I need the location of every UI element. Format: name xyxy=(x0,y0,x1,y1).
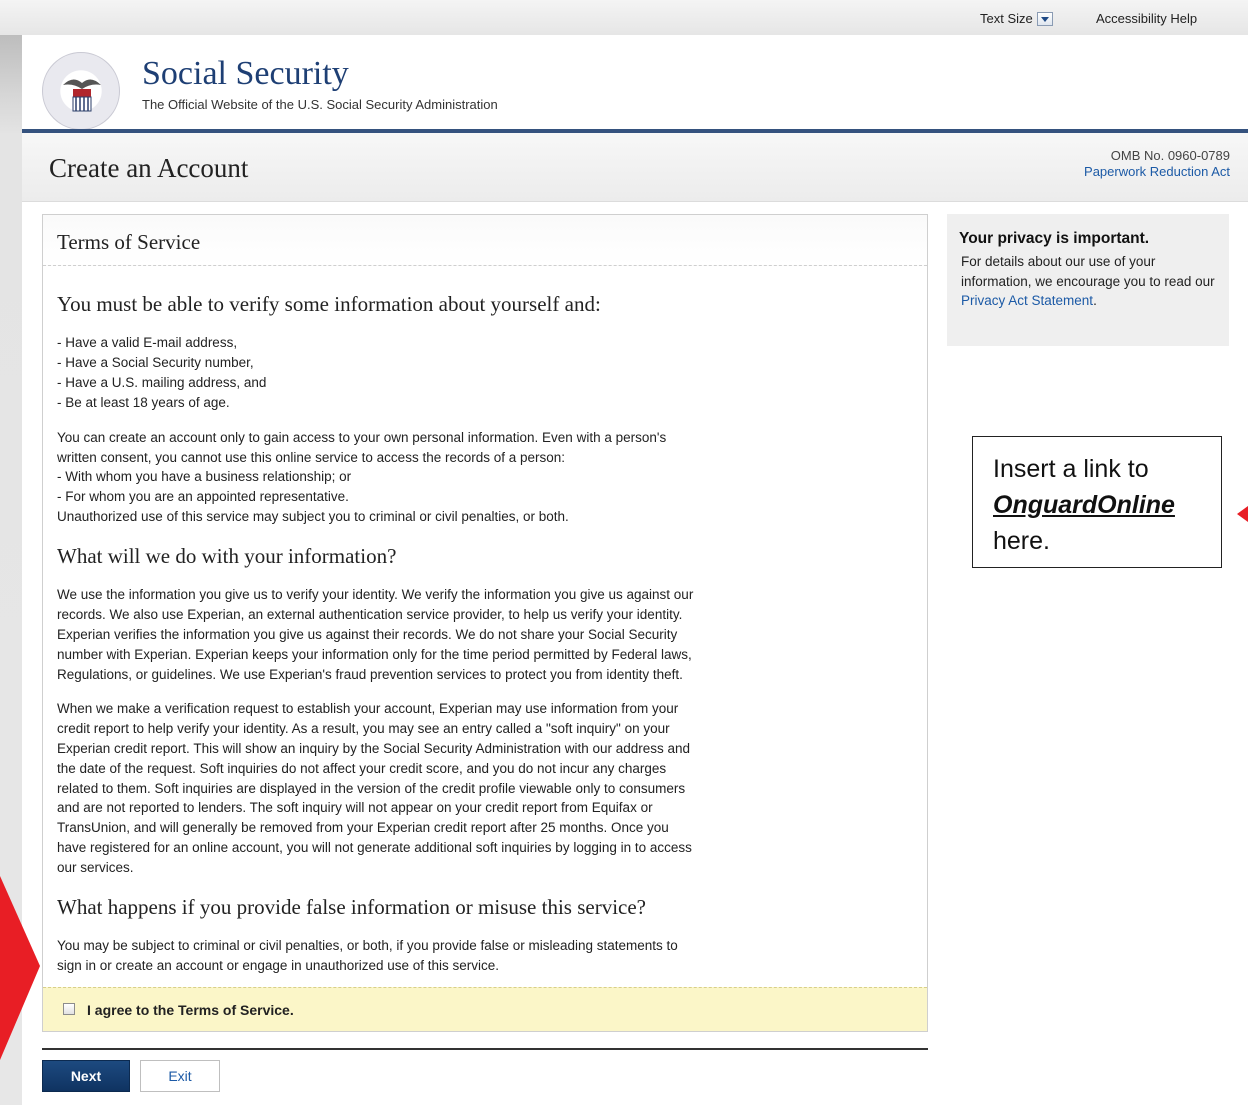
section3-heading: What happens if you provide false inform… xyxy=(57,895,647,919)
misuse-text: You may be subject to criminal or civil … xyxy=(57,938,678,953)
privacy-text: For details about our use of your inform… xyxy=(961,252,1221,311)
inquiry-text: credit report to help verify your identi… xyxy=(57,721,670,736)
inquiry-text: related to them. Soft inquiries are disp… xyxy=(57,781,686,796)
callout-line3: here. xyxy=(993,527,1050,555)
annotation-callout: Insert a link to OnguardOnline here. xyxy=(972,436,1222,568)
info-text: Experian verifies the information you gi… xyxy=(57,627,678,642)
privacy-title: Your privacy is important. xyxy=(959,230,1150,247)
text-size-label: Text Size xyxy=(980,11,1033,26)
consent-text: written consent, you cannot use this onl… xyxy=(57,450,566,465)
page-heading-bar: Create an Account OMB No. 0960-0789 Pape… xyxy=(22,133,1248,202)
next-button[interactable]: Next xyxy=(42,1060,130,1092)
agree-bar: I agree to the Terms of Service. xyxy=(43,987,927,1031)
inquiry-text: TransUnion, and will generally be remove… xyxy=(57,820,669,835)
site-header: Social Security The Official Website of … xyxy=(22,35,1248,130)
requirement-item: - Have a U.S. mailing address, and xyxy=(57,375,267,390)
omb-number: OMB No. 0960-0789 xyxy=(1110,148,1230,163)
requirement-item: - Be at least 18 years of age. xyxy=(57,395,230,410)
inquiry-text: Experian credit report. This will show a… xyxy=(57,741,691,756)
exit-button[interactable]: Exit xyxy=(140,1060,220,1092)
info-text: We use the information you give us to ve… xyxy=(57,587,694,602)
info-text: number with Experian. Experian keeps you… xyxy=(57,647,692,662)
inquiry-text: our services. xyxy=(57,860,134,875)
consent-text: - For whom you are an appointed represen… xyxy=(57,489,349,504)
inquiry-text: have registered for an online account, y… xyxy=(57,840,692,855)
misuse-text: sign in or create an account or engage i… xyxy=(57,958,500,973)
privacy-text-before: For details about our use of your inform… xyxy=(961,254,1215,289)
paperwork-reduction-link[interactable]: Paperwork Reduction Act xyxy=(1084,164,1230,179)
privacy-box: Your privacy is important. For details a… xyxy=(947,214,1229,346)
ssa-seal-icon[interactable] xyxy=(42,52,120,130)
consent-text: You can create an account only to gain a… xyxy=(57,430,667,445)
callout-text: Insert a link to OnguardOnline here. xyxy=(993,451,1175,559)
inquiry-text: the date of the request. Soft inquiries … xyxy=(57,761,667,776)
callout-emphasis: OnguardOnline xyxy=(993,491,1175,519)
panel-header: Terms of Service xyxy=(43,215,927,266)
privacy-act-link[interactable]: Privacy Act Statement xyxy=(961,293,1093,308)
dropdown-caret-icon[interactable] xyxy=(1036,12,1053,26)
agree-label[interactable]: I agree to the Terms of Service. xyxy=(87,1002,294,1018)
accessibility-help-link[interactable]: Accessibility Help xyxy=(1096,11,1197,26)
consent-text: - With whom you have a business relation… xyxy=(57,469,352,484)
section1-heading: You must be able to verify some informat… xyxy=(57,292,601,316)
page-title: Create an Account xyxy=(49,153,249,183)
red-arrow-icon xyxy=(0,876,40,1060)
requirement-item: - Have a valid E-mail address, xyxy=(57,335,238,350)
site-subtitle: The Official Website of the U.S. Social … xyxy=(142,97,498,112)
info-text: Regulations, or guidelines. We use Exper… xyxy=(57,667,683,682)
agree-checkbox[interactable] xyxy=(63,1003,75,1015)
inquiry-text: When we make a verification request to e… xyxy=(57,701,679,716)
button-divider xyxy=(42,1048,928,1050)
panel-title: Terms of Service xyxy=(57,230,201,254)
requirement-item: - Have a Social Security number, xyxy=(57,355,254,370)
site-title[interactable]: Social Security xyxy=(142,55,349,93)
section2-heading: What will we do with your information? xyxy=(57,544,397,568)
inquiry-text: and are not reported to lenders. The sof… xyxy=(57,800,653,815)
callout-line1: Insert a link to xyxy=(993,455,1149,483)
red-arrow-pointer-icon xyxy=(1237,506,1248,522)
text-size-control[interactable]: Text Size xyxy=(980,11,1053,26)
privacy-text-after: . xyxy=(1093,293,1097,308)
terms-panel: Terms of Service You must be able to ver… xyxy=(42,214,928,1032)
consent-text: Unauthorized use of this service may sub… xyxy=(57,509,569,524)
info-text: records. We also use Experian, an extern… xyxy=(57,607,683,622)
utility-bar: Text Size Accessibility Help xyxy=(0,0,1248,35)
